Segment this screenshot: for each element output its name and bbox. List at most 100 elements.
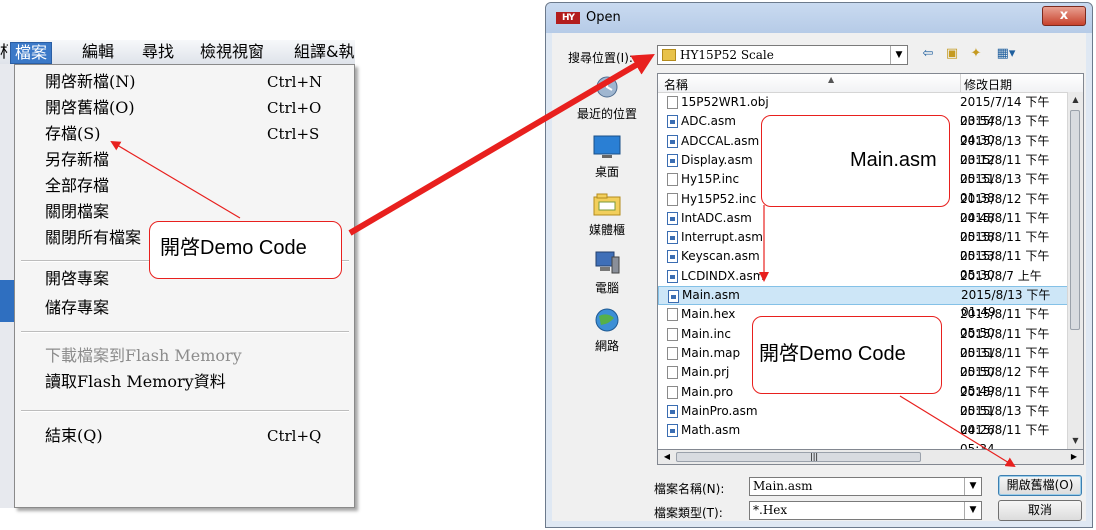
callout-open-demo-left: 開啓Demo Code bbox=[149, 221, 342, 279]
dialog-title: Open bbox=[586, 10, 621, 25]
place-recent[interactable]: 最近的位置 bbox=[566, 75, 648, 131]
file-name: MainPro.asm bbox=[681, 403, 758, 418]
menu-item-shortcut: Ctrl+N bbox=[267, 73, 323, 91]
file-row[interactable]: LCDINDX.asm2015/8/7 上午 11:30 bbox=[658, 267, 1070, 302]
file-type-select[interactable]: *.Hex ▼ bbox=[749, 501, 982, 520]
place-label: 電腦 bbox=[594, 281, 619, 295]
column-name-header[interactable]: 名稱 bbox=[664, 76, 688, 93]
place-libraries[interactable]: 媒體櫃 bbox=[566, 191, 648, 247]
menu-assemble[interactable]: 組譯&執 bbox=[290, 42, 360, 62]
place-label: 最近的位置 bbox=[576, 107, 637, 121]
menu-bar: 朽 檔案 編輯 尋找 檢視視窗 組譯&執 bbox=[0, 40, 355, 65]
column-divider[interactable] bbox=[960, 74, 961, 92]
menu-item-new-file[interactable]: 開啓新檔(N) Ctrl+N bbox=[15, 69, 354, 95]
scroll-down-icon[interactable]: ▼ bbox=[1068, 433, 1083, 449]
file-name: Main.asm bbox=[682, 288, 740, 302]
scroll-thumb[interactable] bbox=[1070, 110, 1080, 330]
file-row[interactable]: 15P52WR1.obj 2015/7/14 下午 03:54 bbox=[658, 93, 1070, 128]
file-row[interactable]: Interrupt.asm 2015/8/11 下午 05:33 bbox=[658, 228, 1070, 263]
menu-item-label: 儲存專案 bbox=[45, 298, 110, 317]
file-icon bbox=[667, 308, 678, 322]
scroll-right-icon[interactable]: ▶ bbox=[1067, 450, 1081, 463]
file-name: Main.pro bbox=[681, 384, 734, 399]
back-arrow-icon[interactable]: ⇦ bbox=[918, 45, 938, 63]
file-name: 15P52WR1.obj bbox=[681, 95, 769, 109]
vertical-scrollbar[interactable]: ▲ ▼ bbox=[1067, 92, 1083, 449]
view-menu-icon[interactable]: ▦▾ bbox=[992, 45, 1020, 63]
file-type-value: *.Hex bbox=[753, 503, 788, 517]
scroll-up-icon[interactable]: ▲ bbox=[1068, 92, 1083, 108]
chevron-down-icon[interactable]: ▼ bbox=[964, 478, 981, 495]
file-list-header: 名稱 ▲ 修改日期 bbox=[658, 74, 1083, 93]
file-name: IntADC.asm bbox=[681, 210, 752, 225]
network-icon bbox=[595, 308, 619, 332]
place-label: 網路 bbox=[594, 339, 619, 353]
menu-item-shortcut: Ctrl+S bbox=[267, 125, 320, 143]
menu-view-window[interactable]: 檢視視窗 bbox=[196, 42, 268, 62]
file-row[interactable]: MainPro.asm 2015/8/13 下午 04:26 bbox=[658, 402, 1070, 437]
file-name: Main.map bbox=[681, 345, 741, 360]
asm-file-icon bbox=[667, 211, 678, 225]
up-folder-icon[interactable]: ▣ bbox=[942, 45, 962, 63]
menu-item-save-as[interactable]: 另存新檔 bbox=[15, 147, 354, 173]
asm-file-icon bbox=[667, 424, 678, 438]
file-name: Main.inc bbox=[681, 326, 731, 341]
menu-item-label: 另存新檔 bbox=[45, 150, 110, 169]
chevron-down-icon[interactable]: ▼ bbox=[890, 46, 907, 64]
file-name-label: 檔案名稱(N): bbox=[654, 482, 725, 496]
callout-main-asm: Main.asm bbox=[761, 115, 950, 207]
asm-file-icon bbox=[667, 404, 678, 418]
callout-text: 開啓Demo Code bbox=[759, 343, 906, 365]
file-name: Hy15P.inc bbox=[681, 172, 740, 187]
look-in-select[interactable]: HY15P52 Scale ▼ bbox=[657, 45, 908, 65]
new-folder-icon[interactable]: ✦ bbox=[966, 45, 986, 63]
callout-open-demo-right: 開啓Demo Code bbox=[752, 316, 942, 394]
file-row[interactable]: Keyscan.asm 2015/8/11 下午 05:30 bbox=[658, 247, 1070, 282]
editor-left-strip bbox=[0, 64, 15, 508]
menu-item-shortcut: Ctrl+O bbox=[267, 99, 322, 117]
menu-item-label: 全部存檔 bbox=[45, 176, 110, 195]
chevron-down-icon[interactable]: ▼ bbox=[964, 502, 981, 519]
scroll-thumb[interactable]: ||| bbox=[676, 452, 921, 462]
place-desktop[interactable]: 桌面 bbox=[566, 133, 648, 189]
menu-item-exit[interactable]: 結束(Q) Ctrl+Q bbox=[15, 423, 354, 449]
menu-find[interactable]: 尋找 bbox=[138, 42, 178, 62]
file-name: Main.prj bbox=[681, 365, 730, 380]
close-button[interactable]: x bbox=[1042, 6, 1086, 26]
horizontal-scrollbar[interactable]: ◀ ||| ▶ bbox=[657, 450, 1084, 465]
scroll-left-icon[interactable]: ◀ bbox=[660, 450, 674, 463]
file-name-input[interactable]: Main.asm ▼ bbox=[749, 477, 982, 496]
asm-file-icon bbox=[668, 290, 679, 303]
place-network[interactable]: 網路 bbox=[566, 307, 648, 363]
cancel-button[interactable]: 取消 bbox=[998, 500, 1082, 521]
place-computer[interactable]: 電腦 bbox=[566, 249, 648, 305]
file-name-value: Main.asm bbox=[753, 479, 813, 493]
file-name: Interrupt.asm bbox=[681, 230, 763, 245]
open-dialog: HY Open x 搜尋位置(I): HY15P52 Scale ▼ ⇦ ▣ ✦… bbox=[545, 2, 1093, 528]
column-date-header[interactable]: 修改日期 bbox=[964, 76, 1012, 93]
menu-item-label: 關閉檔案 bbox=[45, 202, 110, 221]
menu-item-label: 結束(Q) bbox=[45, 426, 103, 445]
menu-item-save[interactable]: 存檔(S) Ctrl+S bbox=[15, 121, 354, 147]
sort-caret-icon: ▲ bbox=[828, 75, 835, 84]
file-row[interactable]: Main.asm 2015/8/13 下午 01:49 bbox=[658, 286, 1070, 319]
file-row[interactable]: Math.asm 2015/8/11 下午 05:34 bbox=[658, 421, 1070, 449]
file-date: 2015/8/11 下午 05:34 bbox=[960, 423, 1050, 450]
look-in-value: HY15P52 Scale bbox=[680, 48, 774, 62]
menu-item-read-flash[interactable]: 讀取Flash Memory資料 bbox=[15, 369, 354, 395]
menu-item-open-file[interactable]: 開啓舊檔(O) Ctrl+O bbox=[15, 95, 354, 121]
callout-text: Main.asm bbox=[850, 149, 937, 171]
places-bar: 最近的位置 桌面 媒體櫃 電腦 網路 bbox=[566, 75, 648, 365]
menu-file[interactable]: 檔案 bbox=[10, 42, 53, 64]
open-button[interactable]: 開啟舊檔(O) bbox=[998, 475, 1082, 496]
asm-file-icon bbox=[667, 231, 678, 245]
file-icon bbox=[667, 327, 678, 341]
file-type-label: 檔案類型(T): bbox=[654, 506, 723, 520]
menu-item-save-all[interactable]: 全部存檔 bbox=[15, 173, 354, 199]
file-name: Display.asm bbox=[681, 152, 753, 167]
file-row[interactable]: IntADC.asm 2015/8/11 下午 05:38 bbox=[658, 209, 1070, 244]
menu-item-label: 下載檔案到Flash Memory bbox=[45, 346, 242, 365]
menu-item-save-project[interactable]: 儲存專案 bbox=[15, 295, 354, 321]
menu-edit[interactable]: 編輯 bbox=[78, 42, 118, 62]
menu-item-label: 開啓舊檔(O) bbox=[45, 98, 135, 117]
